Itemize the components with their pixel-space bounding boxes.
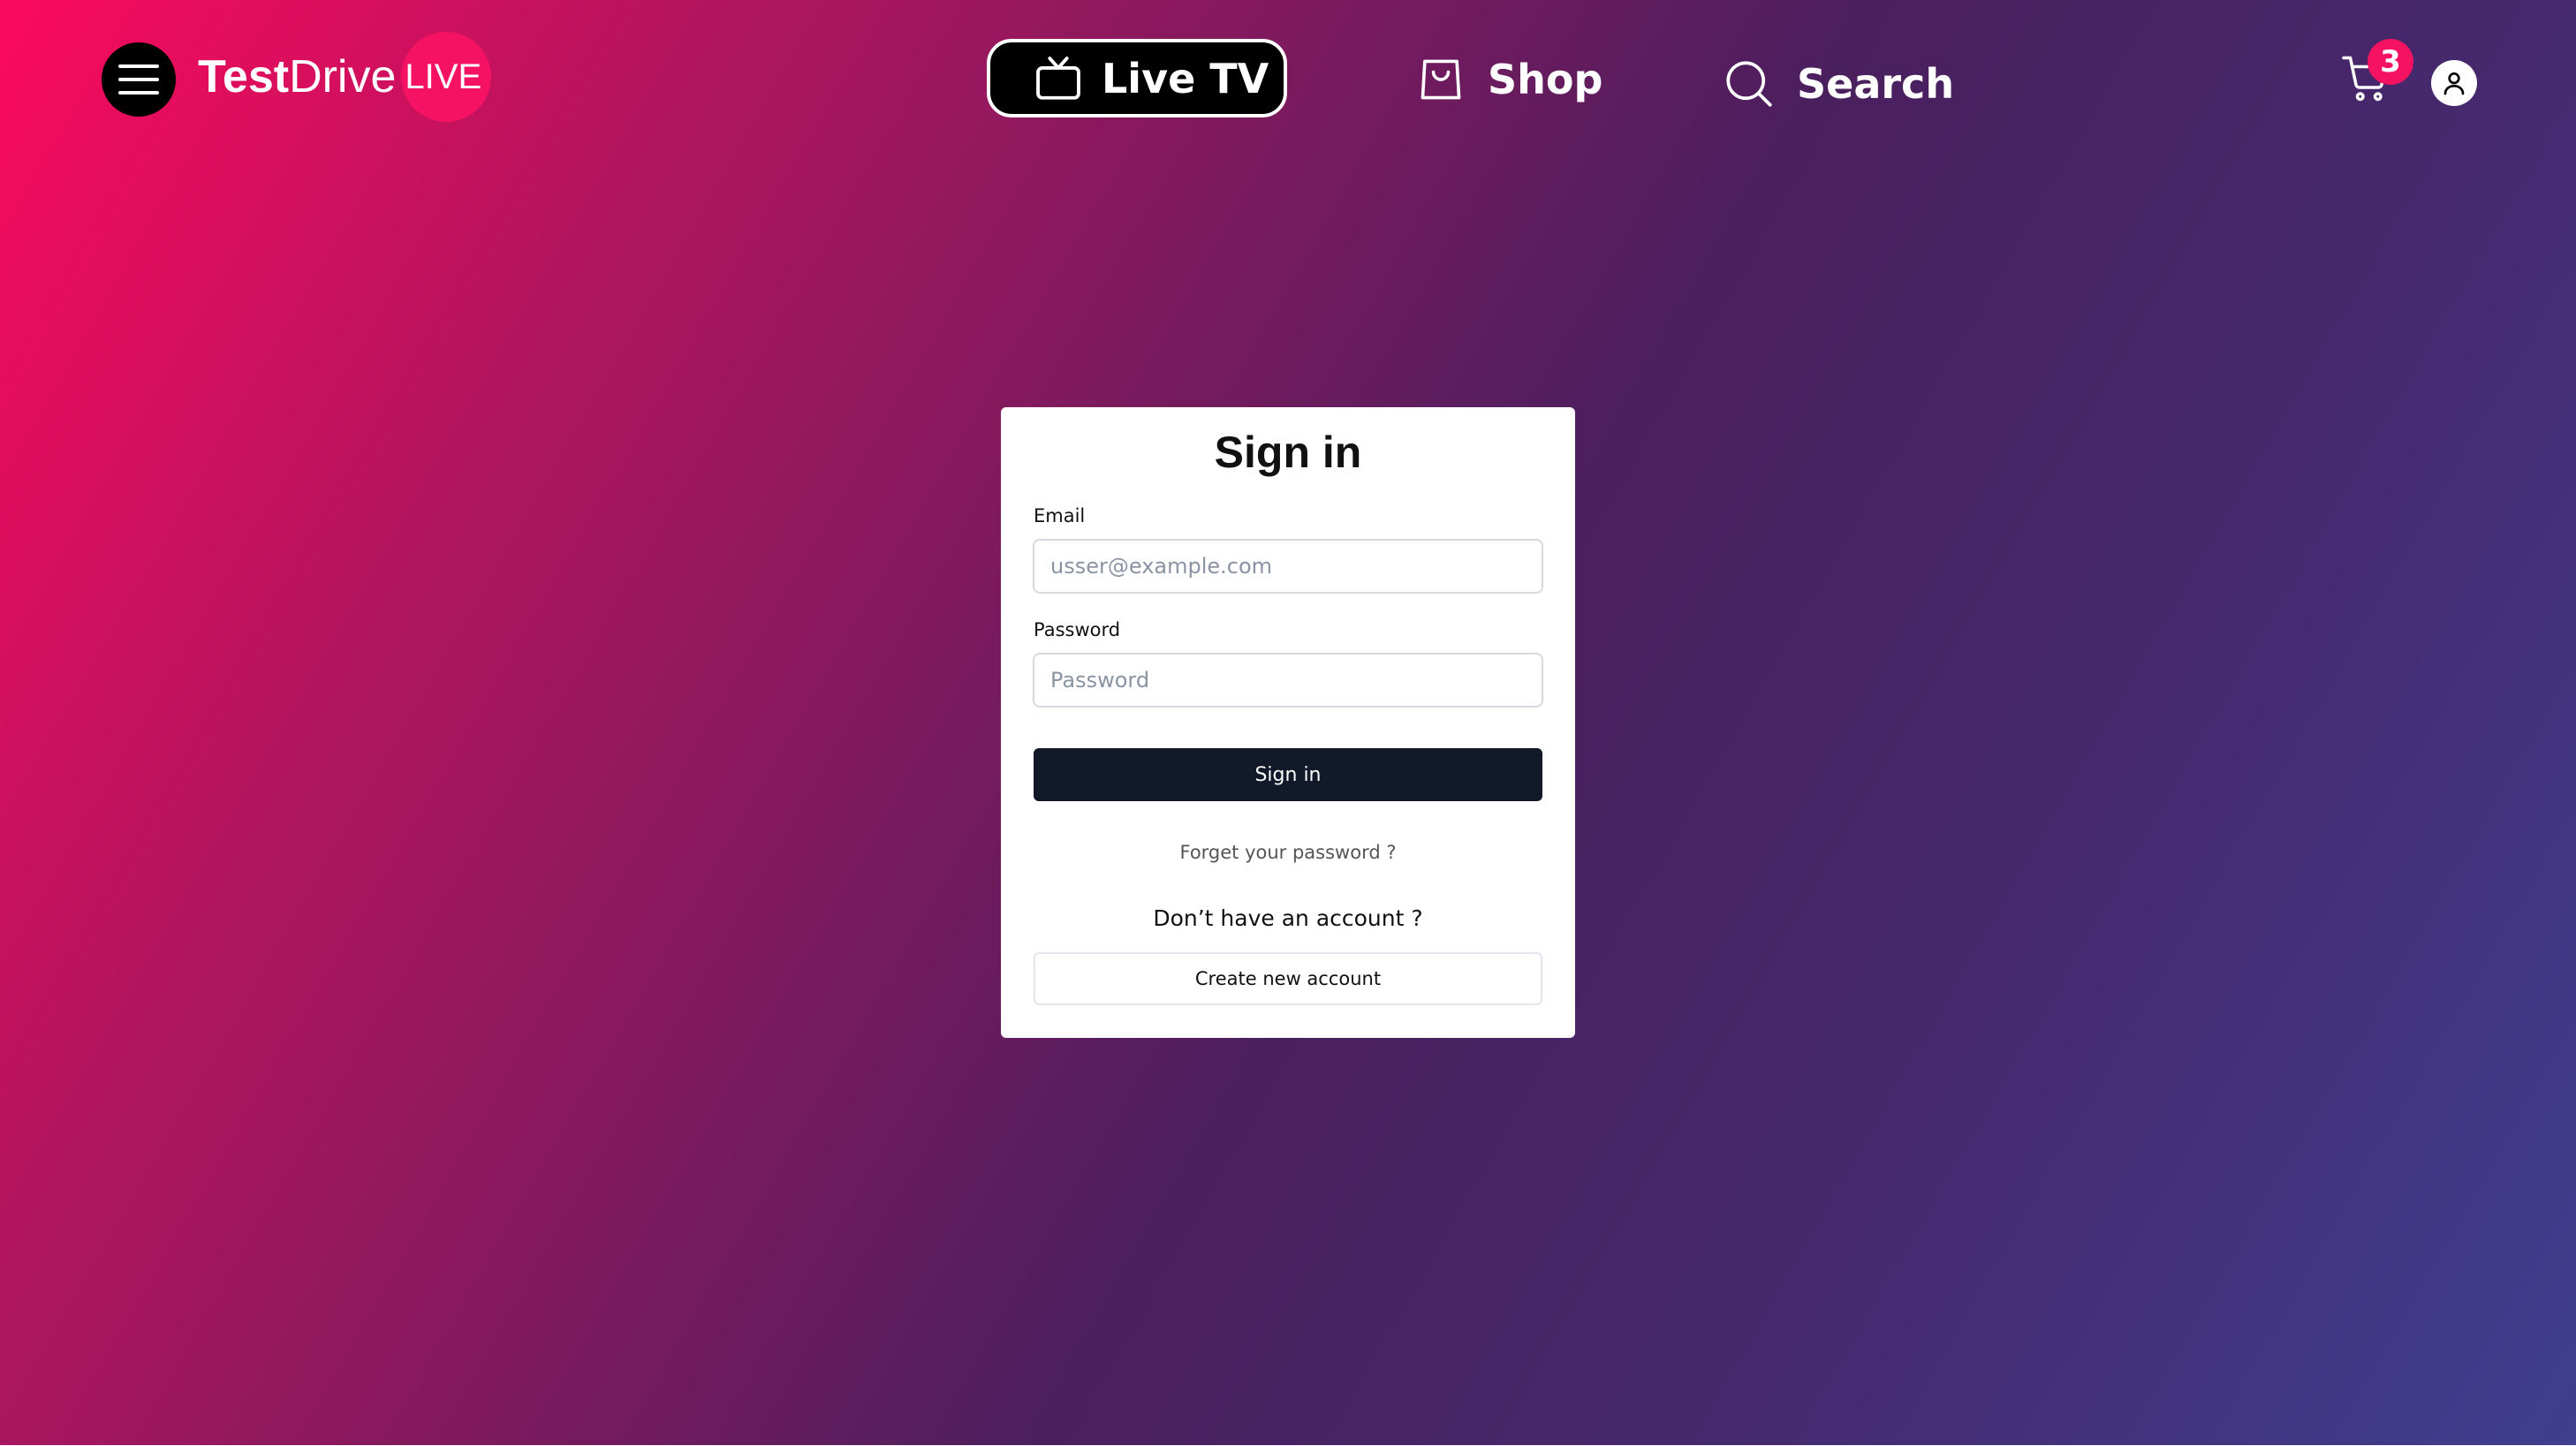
nav-search-label: Search bbox=[1797, 60, 1955, 108]
signin-title: Sign in bbox=[1214, 428, 1362, 477]
search-icon bbox=[1726, 61, 1772, 107]
cart-count-badge: 3 bbox=[2368, 39, 2413, 85]
account-button[interactable] bbox=[2431, 60, 2477, 106]
password-field[interactable] bbox=[1033, 653, 1543, 708]
signin-card: Sign in Email Password Sign in Forget yo… bbox=[1001, 407, 1575, 1038]
tv-icon bbox=[1036, 56, 1080, 100]
hamburger-menu-icon bbox=[118, 64, 159, 68]
shopping-bag-icon bbox=[1421, 59, 1461, 100]
menu-button[interactable] bbox=[102, 42, 176, 117]
user-icon bbox=[2443, 72, 2465, 95]
password-label: Password bbox=[1034, 619, 1121, 640]
nav-shop[interactable]: Shop bbox=[1415, 49, 1602, 110]
no-account-text: Don’t have an account ? bbox=[1153, 905, 1423, 931]
brand-logo[interactable]: Test Drive LIVE bbox=[198, 31, 481, 123]
nav-live-tv-label: Live TV bbox=[1102, 54, 1269, 102]
create-account-button[interactable]: Create new account bbox=[1034, 952, 1542, 1005]
email-label: Email bbox=[1034, 505, 1086, 526]
nav-live-tv[interactable]: Live TV bbox=[987, 39, 1287, 117]
email-field[interactable] bbox=[1033, 539, 1543, 594]
brand-live-label: LIVE bbox=[405, 57, 482, 96]
brand-name-part1: Test bbox=[198, 51, 290, 102]
nav-search[interactable]: Search bbox=[1723, 53, 1954, 115]
signin-button[interactable]: Sign in bbox=[1034, 748, 1542, 801]
brand-name-part2: Drive bbox=[289, 51, 397, 102]
nav-shop-label: Shop bbox=[1488, 56, 1603, 103]
forgot-password-link[interactable]: Forget your password ? bbox=[1001, 842, 1575, 863]
